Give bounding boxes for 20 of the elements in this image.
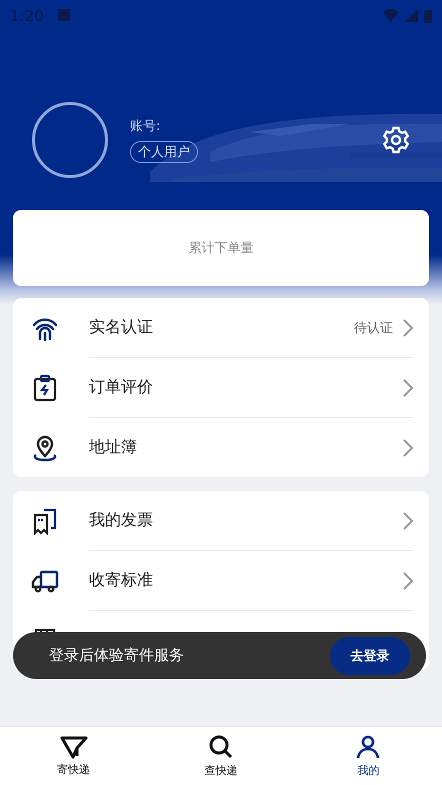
menu-item[interactable]: 收寄标准 (89, 550, 413, 610)
menu-item[interactable]: 我的发票 (31, 491, 413, 550)
menu-label: 地址簿 (89, 437, 138, 458)
menu-item[interactable]: 地址簿 (89, 417, 413, 477)
menu-item[interactable]: 订单评价 (89, 357, 413, 417)
account-label: 账号: (130, 118, 160, 135)
login-button[interactable]: 去登录 (330, 636, 410, 674)
nav-tab[interactable]: 我的 (294, 727, 442, 785)
menu-label: 实名认证 (89, 317, 154, 338)
nav-tab[interactable]: 寄快递 (0, 727, 148, 785)
clock-time: 1:20 (10, 7, 44, 25)
menu-item[interactable]: 实名认证 待认证 (31, 298, 413, 357)
menu-label: 收寄标准 (89, 570, 154, 591)
toast-message: 登录后体验寄件服务 (49, 646, 185, 665)
order-count-label: 累计下单量 (188, 240, 254, 257)
nav-tab[interactable]: 查快递 (147, 727, 295, 785)
user-type-tag: 个人用户 (130, 141, 198, 163)
status-text: 待认证 (354, 320, 393, 336)
menu-label: 订单评价 (89, 377, 154, 398)
menu-label: 我的发票 (89, 510, 154, 531)
